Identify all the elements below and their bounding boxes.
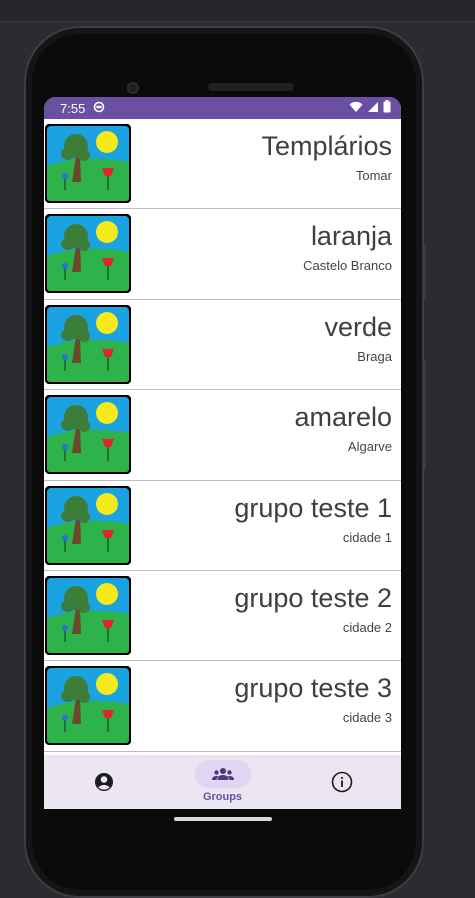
group-city: Algarve: [347, 439, 392, 455]
nav-item-account-circle[interactable]: [44, 755, 163, 809]
bottom-navigation: Groups: [44, 755, 401, 809]
group-name: grupo teste 2: [234, 582, 392, 613]
notification-icon: [93, 101, 105, 116]
group-list-item[interactable]: Templários Tomar: [44, 119, 401, 210]
groups-icon: [194, 760, 251, 788]
group-name: laranja: [310, 221, 392, 252]
group-city: Castelo Branco: [303, 258, 392, 274]
status-bar: 7:55: [44, 97, 401, 119]
home-indicator[interactable]: [174, 817, 272, 821]
group-list-item[interactable]: grupo teste 2 cidade 2: [44, 571, 401, 662]
earpiece-speaker: [208, 83, 294, 91]
group-name: Templários: [261, 131, 392, 161]
group-image: [44, 485, 132, 566]
signal-icon: [367, 101, 379, 116]
group-image: [44, 213, 132, 294]
group-name: verde: [324, 311, 392, 342]
nav-item-info[interactable]: [282, 755, 401, 809]
group-image: [44, 394, 132, 475]
group-city: Braga: [357, 348, 392, 364]
group-image: [44, 123, 132, 204]
status-time: 7:55: [60, 100, 86, 116]
account-circle-icon: [76, 768, 132, 796]
front-camera: [127, 82, 139, 94]
volume-button: [422, 360, 426, 470]
group-city: cidade 2: [342, 619, 392, 635]
group-list-item[interactable]: grupo teste 3 cidade 3: [44, 661, 401, 752]
group-list-item[interactable]: amarelo Algarve: [44, 390, 401, 481]
group-name: grupo teste 1: [234, 492, 392, 523]
group-list-item[interactable]: laranja Castelo Branco: [44, 209, 401, 300]
group-city: cidade 3: [342, 710, 392, 726]
window-top-bar: [0, 0, 475, 22]
group-image: [44, 665, 132, 746]
group-list-item[interactable]: verde Braga: [44, 300, 401, 391]
nav-label: Groups: [202, 791, 243, 803]
group-image: [44, 304, 132, 385]
app-screen: 7:55 Templários Tomar laranja Castelo Br…: [44, 97, 401, 809]
power-button: [422, 245, 426, 300]
group-list-item[interactable]: grupo teste 1 cidade 1: [44, 481, 401, 571]
group-name: grupo teste 3: [234, 673, 392, 704]
battery-icon: [383, 100, 391, 116]
info-icon: [314, 768, 370, 796]
group-city: cidade 1: [342, 529, 392, 545]
group-name: amarelo: [294, 402, 392, 433]
wifi-icon: [349, 101, 363, 116]
nav-item-groups[interactable]: Groups: [163, 755, 282, 809]
group-city: Tomar: [355, 168, 392, 183]
group-list[interactable]: Templários Tomar laranja Castelo Branco …: [44, 119, 401, 755]
group-image: [44, 575, 132, 656]
